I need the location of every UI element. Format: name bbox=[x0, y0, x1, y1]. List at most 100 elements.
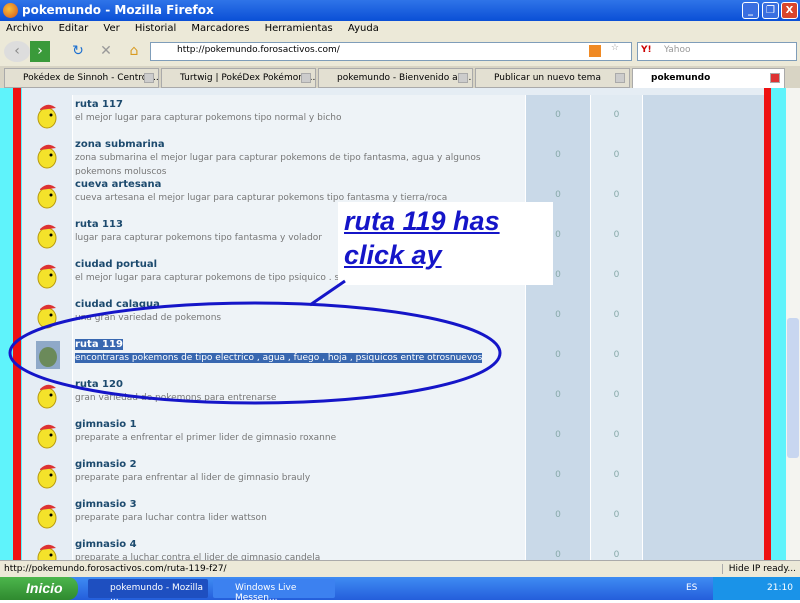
search-placeholder: Yahoo bbox=[664, 45, 691, 55]
bookmark-star-icon[interactable]: ☆ bbox=[611, 43, 619, 53]
close-tab-icon[interactable] bbox=[770, 73, 780, 83]
menu-ver[interactable]: Ver bbox=[103, 23, 119, 34]
forward-button[interactable]: › bbox=[30, 41, 50, 62]
forum-name-link[interactable]: ciudad portual bbox=[75, 259, 157, 270]
forum-name-link[interactable]: ruta 120 bbox=[75, 379, 123, 390]
forum-name-link[interactable]: ruta 119 bbox=[75, 339, 123, 350]
forum-description: una gran variedad de pokemons bbox=[75, 313, 222, 323]
annotation-line2: click ay bbox=[344, 240, 442, 270]
home-icon[interactable]: ⌂ bbox=[124, 41, 144, 62]
stop-icon[interactable]: ✕ bbox=[96, 41, 116, 62]
forum-text-cell: ciudad calagua una gran variedad de pokem… bbox=[72, 295, 525, 335]
rss-icon[interactable] bbox=[589, 45, 601, 57]
topics-count: 0 bbox=[525, 375, 590, 415]
task-firefox[interactable]: pokemundo - Mozilla ... bbox=[88, 579, 208, 603]
menu-herramientas[interactable]: Herramientas bbox=[265, 23, 333, 34]
forum-row[interactable]: ciudad calagua una gran variedad de pokem… bbox=[22, 295, 764, 335]
search-input[interactable]: Y! Yahoo bbox=[637, 42, 797, 61]
posts-count: 0 bbox=[590, 215, 642, 255]
forum-name-link[interactable]: gimnasio 3 bbox=[75, 499, 137, 510]
forum-text-cell: ruta 120 gran variedad de pokemons para e… bbox=[72, 375, 525, 415]
window-title: pokemundo - Mozilla Firefox bbox=[22, 3, 214, 17]
task-label: Windows Live Messen... bbox=[235, 583, 297, 603]
title-bar: pokemundo - Mozilla Firefox _ ❐ X bbox=[0, 0, 800, 21]
close-tab-icon[interactable] bbox=[144, 73, 154, 83]
forum-description: el mejor lugar para capturar pokemons de… bbox=[75, 273, 345, 283]
forum-name-link[interactable]: gimnasio 1 bbox=[75, 419, 137, 430]
forum-read-icon bbox=[36, 341, 60, 369]
maximize-button[interactable]: ❐ bbox=[762, 2, 779, 19]
posts-count: 0 bbox=[590, 415, 642, 455]
forum-icon-cell bbox=[22, 175, 72, 215]
forum-row[interactable]: gimnasio 1 preparate a enfrentar el prime… bbox=[22, 415, 764, 455]
topics-count: 0 bbox=[525, 335, 590, 375]
forum-row[interactable]: ruta 117 el mejor lugar para capturar pok… bbox=[22, 95, 764, 135]
posts-count: 0 bbox=[590, 175, 642, 215]
page-content: ruta 117 el mejor lugar para capturar pok… bbox=[0, 88, 800, 560]
menu-historial[interactable]: Historial bbox=[135, 23, 176, 34]
forum-name-link[interactable]: ruta 113 bbox=[75, 219, 123, 230]
pikachu-forum-icon bbox=[37, 184, 57, 209]
posts-count: 0 bbox=[590, 535, 642, 560]
forum-text-cell: ruta 119 encontraras pokemons de tipo ele… bbox=[72, 335, 525, 375]
task-label: pokemundo - Mozilla ... bbox=[110, 583, 204, 603]
forum-text-cell: gimnasio 2 preparate para enfrentar al li… bbox=[72, 455, 525, 495]
forum-row[interactable]: ruta 119 encontraras pokemons de tipo ele… bbox=[22, 335, 764, 375]
topics-count: 0 bbox=[525, 415, 590, 455]
forum-name-link[interactable]: gimnasio 4 bbox=[75, 539, 137, 550]
last-post-cell bbox=[642, 495, 764, 535]
status-url: http://pokemundo.forosactivos.com/ruta-1… bbox=[4, 564, 227, 574]
forum-icon-cell bbox=[22, 95, 72, 135]
close-tab-icon[interactable] bbox=[615, 73, 625, 83]
menu-archivo[interactable]: Archivo bbox=[6, 23, 43, 34]
task-messenger[interactable]: Windows Live Messen... bbox=[213, 579, 335, 603]
pikachu-forum-icon bbox=[37, 504, 57, 529]
right-border bbox=[764, 88, 771, 560]
minimize-button[interactable]: _ bbox=[742, 2, 759, 19]
forum-text-cell: gimnasio 1 preparate a enfrentar el prime… bbox=[72, 415, 525, 455]
forum-description: preparate a luchar contra el lider de gi… bbox=[75, 553, 321, 560]
forum-row[interactable]: ruta 120 gran variedad de pokemons para e… bbox=[22, 375, 764, 415]
forum-row[interactable]: zona submarina zona submarina el mejor lu… bbox=[22, 135, 764, 177]
navigation-toolbar: ‹ › ↻ ✕ ⌂ http://pokemundo.forosactivos.… bbox=[0, 38, 800, 66]
close-button[interactable]: X bbox=[781, 2, 798, 19]
tab-pokemundo-bienvenido[interactable]: pokemundo - Bienvenido a la... bbox=[318, 68, 473, 88]
tab-turtwig[interactable]: Turtwig | PokéDex Pokémon ... bbox=[161, 68, 316, 88]
tab-pokedex-sinnoh[interactable]: Pokédex de Sinnoh - Centro ... bbox=[4, 68, 159, 88]
last-post-cell bbox=[642, 215, 764, 255]
forum-icon-cell bbox=[22, 335, 72, 375]
forum-name-link[interactable]: gimnasio 2 bbox=[75, 459, 137, 470]
forum-row[interactable]: gimnasio 2 preparate para enfrentar al li… bbox=[22, 455, 764, 495]
forum-name-link[interactable]: ciudad calagua bbox=[75, 299, 160, 310]
forum-icon-cell bbox=[22, 535, 72, 560]
pikachu-forum-icon bbox=[37, 544, 57, 560]
scrollbar-thumb[interactable] bbox=[787, 318, 799, 458]
scrollbar[interactable] bbox=[786, 88, 800, 560]
forum-row[interactable]: gimnasio 4 preparate a luchar contra el l… bbox=[22, 535, 764, 560]
start-button[interactable]: Inicio bbox=[0, 577, 78, 600]
tab-publicar[interactable]: Publicar un nuevo tema bbox=[475, 68, 630, 88]
posts-count: 0 bbox=[590, 135, 642, 175]
back-button[interactable]: ‹ bbox=[4, 41, 30, 62]
close-tab-icon[interactable] bbox=[458, 73, 468, 83]
posts-count: 0 bbox=[590, 95, 642, 135]
reload-icon[interactable]: ↻ bbox=[68, 41, 88, 62]
language-indicator[interactable]: ES bbox=[686, 583, 697, 593]
last-post-cell bbox=[642, 95, 764, 135]
menu-ayuda[interactable]: Ayuda bbox=[348, 23, 379, 34]
menu-marcadores[interactable]: Marcadores bbox=[191, 23, 249, 34]
forum-text-cell: zona submarina zona submarina el mejor lu… bbox=[72, 135, 525, 177]
tab-pokemundo[interactable]: pokemundo bbox=[632, 68, 785, 88]
posts-count: 0 bbox=[590, 455, 642, 495]
url-bar[interactable]: http://pokemundo.forosactivos.com/ ☆ bbox=[150, 42, 632, 61]
forum-name-link[interactable]: zona submarina bbox=[75, 139, 165, 150]
last-post-cell bbox=[642, 455, 764, 495]
forum-name-link[interactable]: ruta 117 bbox=[75, 99, 123, 110]
forum-name-link[interactable]: cueva artesana bbox=[75, 179, 161, 190]
menu-editar[interactable]: Editar bbox=[59, 23, 89, 34]
forum-row[interactable]: gimnasio 3 preparate para luchar contra l… bbox=[22, 495, 764, 535]
last-post-cell bbox=[642, 135, 764, 175]
forum-list: ruta 117 el mejor lugar para capturar pok… bbox=[22, 88, 764, 560]
close-tab-icon[interactable] bbox=[301, 73, 311, 83]
forum-icon-cell bbox=[22, 375, 72, 415]
